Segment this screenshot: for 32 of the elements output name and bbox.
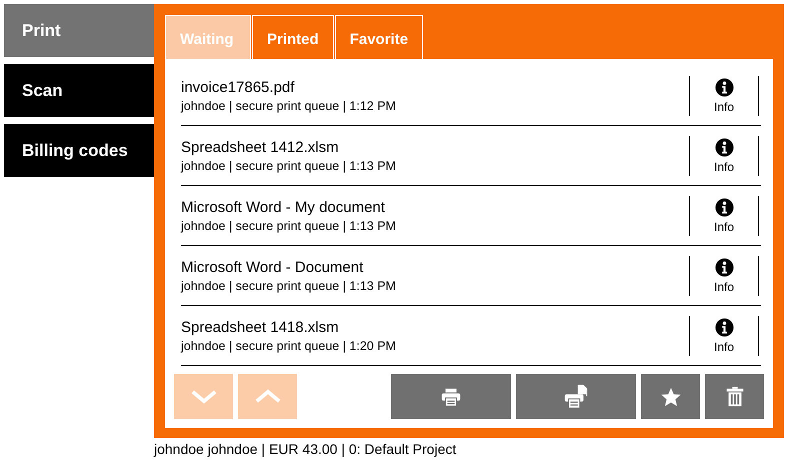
job-name: Microsoft Word - Document	[181, 258, 364, 276]
info-button[interactable]: Info	[689, 136, 759, 176]
info-button[interactable]: Info	[689, 196, 759, 236]
info-icon	[714, 138, 734, 156]
job-name: invoice17865.pdf	[181, 78, 296, 96]
job-details: johndoe | secure print queue | 1:13 PM	[181, 158, 397, 172]
delete-button[interactable]	[705, 374, 764, 419]
chevron-down-icon	[190, 388, 218, 405]
status-text: johndoe johndoe | EUR 43.00 | 0: Default Project	[154, 441, 458, 457]
print-copies-button[interactable]	[516, 374, 636, 419]
job-name: Microsoft Word - My document	[181, 198, 386, 216]
job-details: johndoe | secure print queue | 1:13 PM	[181, 218, 397, 232]
job-details: johndoe | secure print queue | 1:12 PM	[181, 98, 397, 112]
info-icon	[714, 318, 734, 336]
info-button[interactable]: Info	[689, 76, 759, 116]
job-name: Spreadsheet 1412.xlsm	[181, 138, 340, 156]
printer-copies-icon	[563, 384, 589, 410]
sidebar-item[interactable]: Scan	[4, 64, 154, 117]
favorite-button[interactable]	[641, 374, 700, 419]
info-icon	[714, 198, 734, 216]
info-icon	[714, 78, 734, 96]
info-button[interactable]: Info	[689, 256, 759, 296]
print-button[interactable]	[391, 374, 511, 419]
star-icon	[660, 386, 682, 408]
sidebar-item[interactable]: Billing codes	[4, 124, 154, 177]
info-icon	[714, 258, 734, 276]
job-details: johndoe | secure print queue | 1:20 PM	[181, 338, 397, 352]
job-details: johndoe | secure print queue | 1:13 PM	[181, 278, 397, 292]
chevron-up-icon	[254, 388, 282, 405]
info-button[interactable]: Info	[689, 316, 759, 356]
sidebar-item[interactable]: Print	[4, 4, 154, 57]
job-name: Spreadsheet 1418.xlsm	[181, 318, 340, 336]
